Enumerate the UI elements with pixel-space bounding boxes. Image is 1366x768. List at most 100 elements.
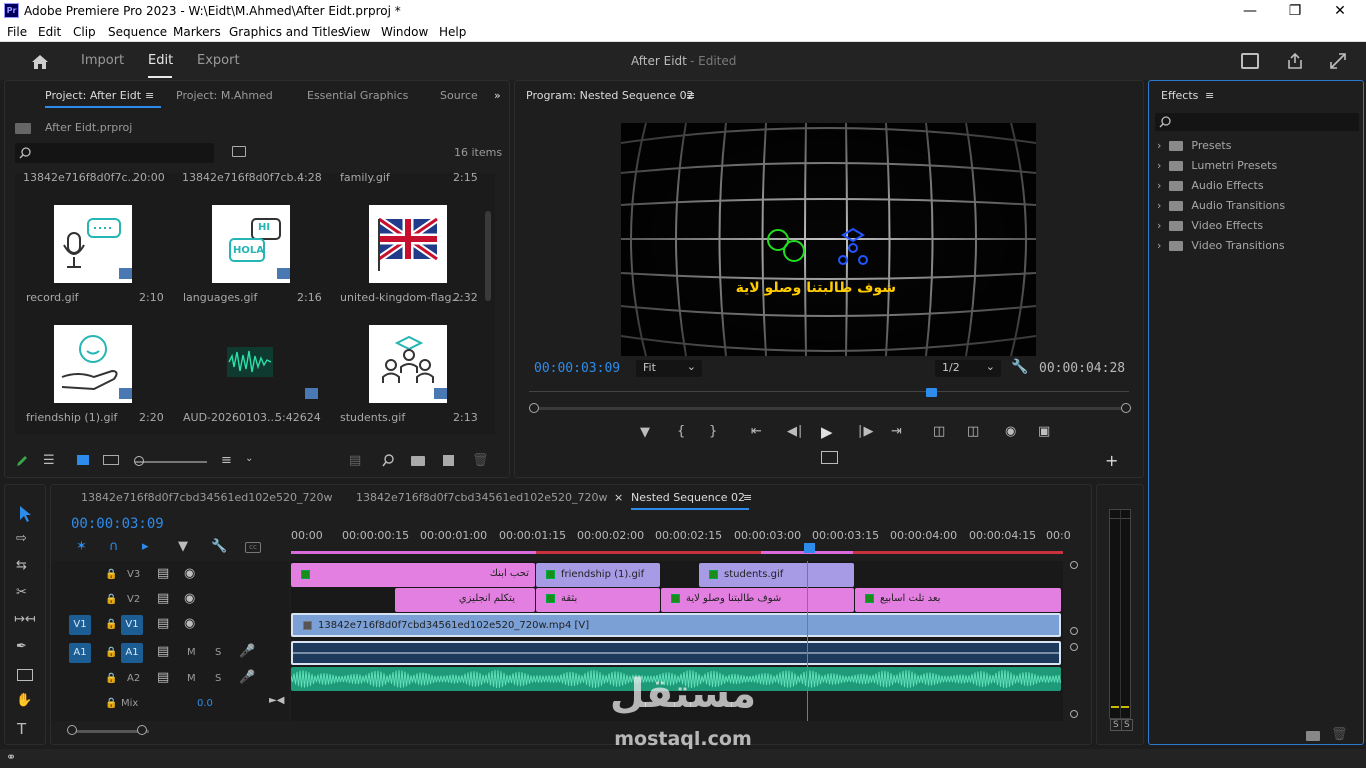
fullscreen-icon[interactable] xyxy=(1329,52,1347,70)
menu-help[interactable]: Help xyxy=(439,25,466,39)
tab-export[interactable]: Export xyxy=(197,53,240,68)
vertical-zoom-handle[interactable] xyxy=(1070,561,1078,569)
tab-import[interactable]: Import xyxy=(81,53,124,68)
icon-view-icon[interactable] xyxy=(77,455,89,465)
go-to-out-icon[interactable]: ⇥ xyxy=(891,424,902,439)
project-item-name[interactable]: 13842e716f8d0f7c... xyxy=(23,173,138,184)
more-tabs-icon[interactable]: » xyxy=(494,89,501,102)
menu-edit[interactable]: Edit xyxy=(38,25,61,39)
zoom-slider-handle[interactable] xyxy=(134,456,144,466)
lock-icon[interactable]: 🔒 xyxy=(105,698,117,709)
type-tool-icon[interactable]: T xyxy=(17,720,26,738)
zoom-slider[interactable] xyxy=(135,461,207,463)
multicam-icon[interactable] xyxy=(821,451,838,464)
clip-v1[interactable]: 13842e716f8d0f7cbd34561ed102e520_720w.mp… xyxy=(291,613,1061,637)
microphone-icon[interactable]: 🎤 xyxy=(239,670,255,685)
effects-item-lumetri-presets[interactable]: › Lumetri Presets xyxy=(1157,159,1357,179)
vertical-zoom-handle[interactable] xyxy=(1070,627,1078,635)
hand-tool-icon[interactable]: ✋ xyxy=(16,693,32,708)
clip-v2[interactable]: شوف طالبتنا وصلو لاية xyxy=(661,588,854,612)
source-patch-v1[interactable]: V1 xyxy=(69,615,91,635)
clip-v2[interactable]: بثقة xyxy=(536,588,660,612)
new-item-icon[interactable] xyxy=(443,455,454,466)
find-icon[interactable] xyxy=(382,454,395,467)
razor-tool-icon[interactable]: ✂ xyxy=(16,585,27,600)
extract-icon[interactable]: ◫ xyxy=(967,424,979,439)
project-item-name[interactable]: united-kingdom-flag... xyxy=(340,291,462,304)
mark-in-icon[interactable]: { xyxy=(677,424,685,439)
eye-icon[interactable]: ◉ xyxy=(184,591,195,606)
project-item-name[interactable]: record.gif xyxy=(26,291,79,304)
lock-icon[interactable]: 🔒 xyxy=(105,594,117,605)
horizontal-scroll-handle[interactable] xyxy=(67,725,77,735)
settings-wrench-icon[interactable]: 🔧 xyxy=(1011,359,1028,375)
horizontal-scroll-handle[interactable] xyxy=(137,725,147,735)
thumbnail-uk-flag[interactable] xyxy=(369,205,447,283)
selection-tool-icon[interactable] xyxy=(17,505,33,523)
solo-left-button[interactable]: S xyxy=(1110,719,1122,731)
track-target-v1[interactable]: V1 xyxy=(121,615,143,635)
effects-tab[interactable]: Effects xyxy=(1161,89,1198,102)
new-bin-icon[interactable] xyxy=(411,456,425,466)
chevron-down-icon[interactable]: ⌄ xyxy=(245,453,253,464)
play-icon[interactable]: ▶ xyxy=(821,423,833,441)
source-patch-a1[interactable]: A1 xyxy=(69,643,91,663)
close-tab-icon[interactable]: × xyxy=(614,491,623,504)
menu-file[interactable]: File xyxy=(7,25,27,39)
sync-lock-icon[interactable]: ▤ xyxy=(157,566,169,581)
lock-icon[interactable]: 🔒 xyxy=(105,619,117,630)
zoom-scroll-bar[interactable] xyxy=(533,407,1127,410)
mix-volume-value[interactable]: 0.0 xyxy=(197,698,213,709)
menu-clip[interactable]: Clip xyxy=(73,25,96,39)
project-item-name[interactable]: AUD-20260103... xyxy=(183,411,278,424)
effects-search-input[interactable] xyxy=(1155,113,1359,131)
sync-lock-icon[interactable]: ▤ xyxy=(157,670,169,685)
resolution-dropdown[interactable]: 1/2 ⌄ xyxy=(935,360,1001,377)
nest-insert-icon[interactable]: ✶ xyxy=(76,539,87,554)
program-playhead[interactable] xyxy=(926,388,937,397)
rectangle-tool-icon[interactable] xyxy=(17,669,33,681)
solo-right-button[interactable]: S xyxy=(1121,719,1133,731)
quick-export-icon[interactable] xyxy=(1241,53,1259,69)
export-frame-camera-icon[interactable]: ◉ xyxy=(1005,424,1016,439)
project-item-name[interactable]: languages.gif xyxy=(183,291,257,304)
lift-icon[interactable]: ◫ xyxy=(933,424,945,439)
project-item-name[interactable]: 13842e716f8d0f7cb... xyxy=(182,173,304,184)
timeline-ruler[interactable]: 00:00 00:00:00:15 00:00:01:00 00:00:01:1… xyxy=(291,529,1071,543)
delete-icon[interactable]: 🗑 xyxy=(1331,727,1348,742)
program-video-frame[interactable]: شوف طالبتنا وصلو لاية xyxy=(621,123,1036,356)
project-item-name[interactable]: students.gif xyxy=(340,411,405,424)
mute-button[interactable]: M xyxy=(187,673,196,684)
microphone-icon[interactable]: 🎤 xyxy=(239,644,255,659)
thumbnail-audio[interactable] xyxy=(212,325,290,403)
maximize-button[interactable]: ❐ xyxy=(1273,2,1317,20)
clip-v3[interactable]: تحب ابنك xyxy=(291,563,535,587)
linked-selection-icon[interactable]: ▸ xyxy=(142,539,149,554)
program-time-ruler[interactable] xyxy=(529,391,1129,392)
clip-v2[interactable]: بعد تلت اسابيع xyxy=(855,588,1061,612)
eye-icon[interactable]: ◉ xyxy=(184,566,195,581)
pencil-icon[interactable] xyxy=(15,454,29,468)
menu-sequence[interactable]: Sequence xyxy=(108,25,167,39)
eye-icon[interactable]: ◉ xyxy=(184,616,195,631)
new-search-bin-icon[interactable] xyxy=(232,146,246,157)
solo-button[interactable]: S xyxy=(215,647,221,658)
project-search-input[interactable] xyxy=(15,143,214,163)
creative-cloud-icon[interactable]: ⚭ xyxy=(6,750,16,764)
lock-icon[interactable]: 🔒 xyxy=(105,647,117,658)
captions-icon[interactable]: cc xyxy=(245,542,261,553)
share-icon[interactable] xyxy=(1286,52,1304,70)
lock-icon[interactable]: 🔒 xyxy=(105,569,117,580)
freeform-view-icon[interactable] xyxy=(103,455,119,465)
lock-icon[interactable]: 🔒 xyxy=(105,673,117,684)
sync-lock-icon[interactable]: ▤ xyxy=(157,644,169,659)
effects-item-video-effects[interactable]: › Video Effects xyxy=(1157,219,1357,239)
effects-item-audio-effects[interactable]: › Audio Effects xyxy=(1157,179,1357,199)
slip-tool-icon[interactable]: ↦↤ xyxy=(14,612,36,627)
timeline-timecode[interactable]: 00:00:03:09 xyxy=(71,516,164,532)
timeline-tab-menu-icon[interactable]: ≡ xyxy=(743,491,752,504)
timeline-playhead[interactable] xyxy=(804,543,815,553)
menu-view[interactable]: View xyxy=(342,25,370,39)
effects-tab-menu-icon[interactable]: ≡ xyxy=(1205,89,1214,102)
track-target-a1[interactable]: A1 xyxy=(121,643,143,663)
